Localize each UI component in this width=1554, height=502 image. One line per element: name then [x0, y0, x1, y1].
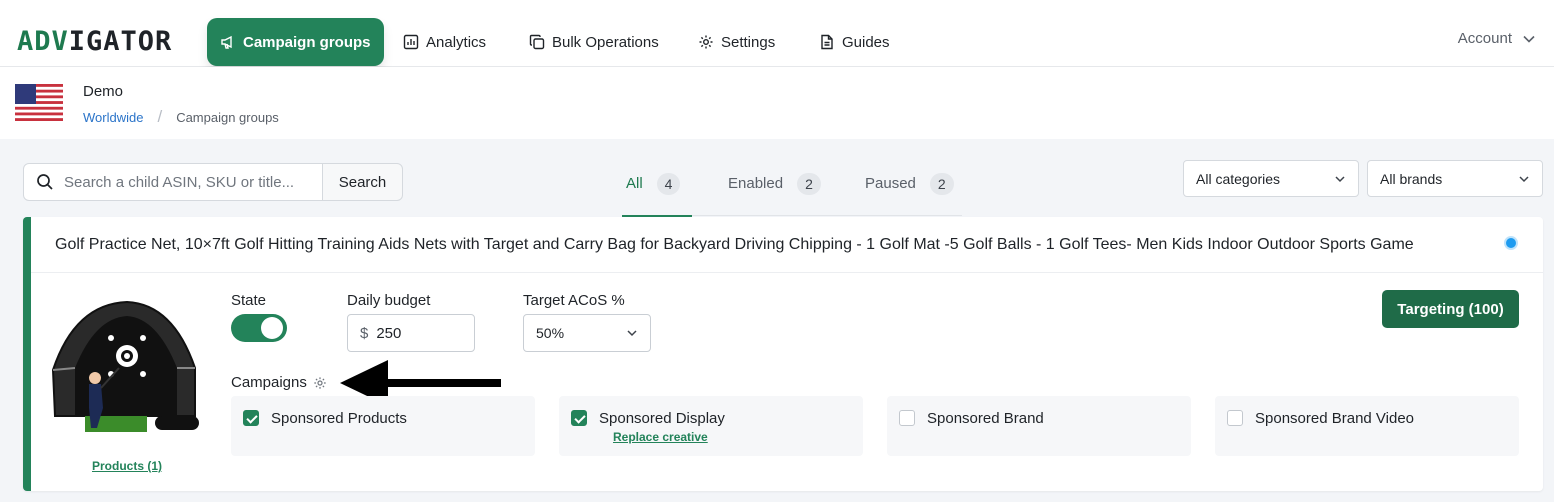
advigator-logo[interactable]: ADVIGATOR [17, 25, 172, 59]
breadcrumb-separator: / [157, 107, 163, 126]
replace-creative-link[interactable]: Replace creative [613, 430, 708, 444]
daily-budget-label: Daily budget [347, 292, 431, 309]
chevron-down-icon [1519, 175, 1529, 182]
nav-campaign-groups[interactable]: Campaign groups [207, 18, 384, 66]
budget-value: 250 [376, 324, 402, 342]
chevron-down-icon [1335, 175, 1345, 182]
tab-enabled[interactable]: Enabled 2 [728, 173, 821, 217]
brands-dropdown[interactable]: All brands [1367, 160, 1543, 197]
toggle-knob [261, 317, 283, 339]
campaign-checkbox[interactable] [243, 410, 259, 426]
state-label: State [231, 292, 267, 309]
products-link[interactable]: Products (1) [92, 459, 162, 473]
status-dot [1504, 236, 1518, 250]
campaign-sponsored-brand: Sponsored Brand [887, 396, 1191, 456]
search-box [23, 163, 323, 201]
campaign-sponsored-display: Sponsored Display Replace creative [559, 396, 863, 456]
daily-budget-input[interactable]: $ 250 [347, 314, 475, 352]
campaign-checkbox[interactable] [1227, 410, 1243, 426]
top-navigation: ADVIGATOR Campaign groups Analytics Bulk… [0, 0, 1554, 67]
campaigns-label-row: Campaigns [231, 374, 327, 391]
search-icon [37, 174, 53, 190]
tab-paused[interactable]: Paused 2 [865, 173, 954, 217]
store-header [0, 67, 1554, 139]
campaign-sponsored-products: Sponsored Products [231, 396, 535, 456]
breadcrumb-current: Campaign groups [176, 109, 279, 125]
bar-chart-icon [403, 34, 419, 50]
campaign-checkbox[interactable] [899, 410, 915, 426]
nav-guides[interactable]: Guides [819, 18, 890, 66]
document-icon [821, 34, 833, 50]
search-input[interactable] [64, 173, 304, 191]
card-divider [31, 272, 1543, 273]
search-button[interactable]: Search [322, 163, 403, 201]
currency-symbol: $ [360, 324, 369, 342]
campaign-checkbox[interactable] [571, 410, 587, 426]
chevron-down-icon [1523, 35, 1535, 43]
megaphone-icon [221, 35, 232, 49]
tab-all[interactable]: All 4 [622, 173, 692, 217]
us-flag-icon [15, 84, 63, 121]
tab-count: 2 [929, 173, 954, 195]
target-acos-label: Target ACoS % [523, 292, 625, 309]
nav-settings[interactable]: Settings [698, 18, 775, 66]
golf-net-product-image [51, 300, 199, 432]
campaign-sponsored-brand-video: Sponsored Brand Video [1215, 396, 1519, 456]
account-menu[interactable]: Account [1458, 30, 1536, 47]
breadcrumb: Worldwide / Campaign groups [83, 107, 279, 127]
state-toggle[interactable] [231, 314, 287, 342]
breadcrumb-worldwide[interactable]: Worldwide [83, 110, 143, 125]
gear-icon[interactable] [313, 376, 327, 390]
gear-icon [699, 35, 713, 49]
targeting-button[interactable]: Targeting (100) [1382, 290, 1519, 328]
target-acos-select[interactable]: 50% [523, 314, 651, 352]
tab-count: 4 [656, 173, 681, 195]
nav-bulk-operations[interactable]: Bulk Operations [529, 18, 659, 66]
nav-analytics[interactable]: Analytics [403, 18, 486, 66]
product-title: Golf Practice Net, 10×7ft Golf Hitting T… [55, 236, 1414, 253]
categories-dropdown[interactable]: All categories [1183, 160, 1359, 197]
copy-icon [529, 34, 545, 50]
chevron-down-icon [627, 330, 637, 337]
store-name: Demo [83, 83, 124, 100]
tab-count: 2 [797, 173, 821, 195]
